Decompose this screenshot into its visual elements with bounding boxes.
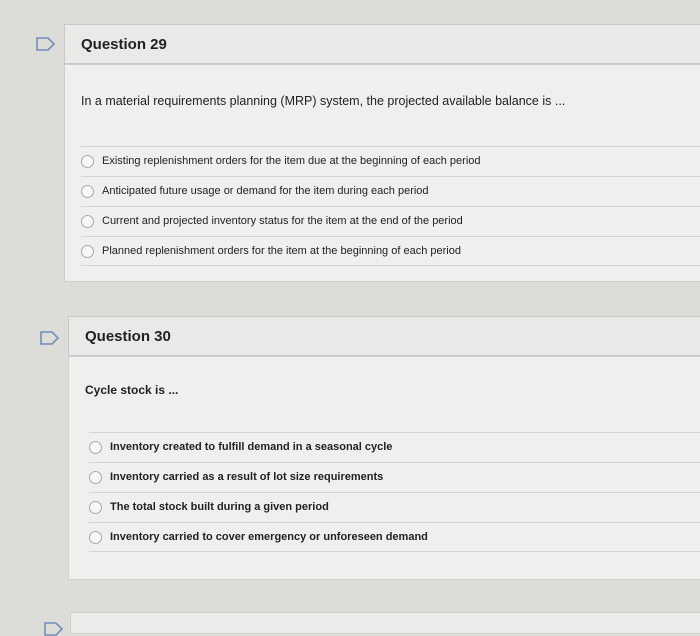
answer-label: Inventory carried as a result of lot siz…: [110, 471, 384, 483]
answer-label: Current and projected inventory status f…: [102, 215, 463, 227]
radio-button[interactable]: [81, 244, 94, 258]
radio-button[interactable]: [89, 470, 102, 484]
answer-option[interactable]: Inventory carried as a result of lot siz…: [89, 462, 700, 491]
answer-option[interactable]: Current and projected inventory status f…: [81, 206, 700, 235]
question-prompt: Cycle stock is ...: [85, 383, 179, 397]
next-question-header: [70, 612, 700, 634]
answer-label: Inventory created to fulfill demand in a…: [110, 441, 393, 453]
answer-option[interactable]: Planned replenishment orders for the ite…: [81, 236, 700, 266]
question-body: In a material requirements planning (MRP…: [64, 64, 700, 282]
answer-option[interactable]: The total stock built during a given per…: [89, 492, 700, 521]
radio-button[interactable]: [81, 184, 94, 198]
flag-icon[interactable]: [36, 37, 56, 51]
answer-option[interactable]: Anticipated future usage or demand for t…: [81, 176, 700, 205]
answer-option[interactable]: Inventory carried to cover emergency or …: [89, 522, 700, 552]
question-header: Question 29: [64, 24, 700, 64]
answer-label: Planned replenishment orders for the ite…: [102, 245, 461, 257]
question-header: Question 30: [68, 316, 700, 356]
answer-option[interactable]: Existing replenishment orders for the it…: [81, 146, 700, 175]
answer-label: Inventory carried to cover emergency or …: [110, 531, 428, 543]
radio-button[interactable]: [89, 500, 102, 514]
question-title: Question 29: [81, 35, 167, 53]
flag-icon[interactable]: [44, 622, 64, 636]
answer-option[interactable]: Inventory created to fulfill demand in a…: [89, 432, 700, 461]
answer-label: Anticipated future usage or demand for t…: [102, 185, 429, 197]
question-body: Cycle stock is ... Inventory created to …: [68, 356, 700, 580]
radio-button[interactable]: [89, 530, 102, 544]
answer-label: The total stock built during a given per…: [110, 501, 329, 513]
radio-button[interactable]: [81, 214, 94, 228]
question-prompt: In a material requirements planning (MRP…: [81, 94, 566, 108]
flag-icon[interactable]: [40, 331, 60, 345]
radio-button[interactable]: [89, 440, 102, 454]
answer-label: Existing replenishment orders for the it…: [102, 155, 481, 167]
question-title: Question 30: [85, 327, 171, 345]
radio-button[interactable]: [81, 154, 94, 168]
